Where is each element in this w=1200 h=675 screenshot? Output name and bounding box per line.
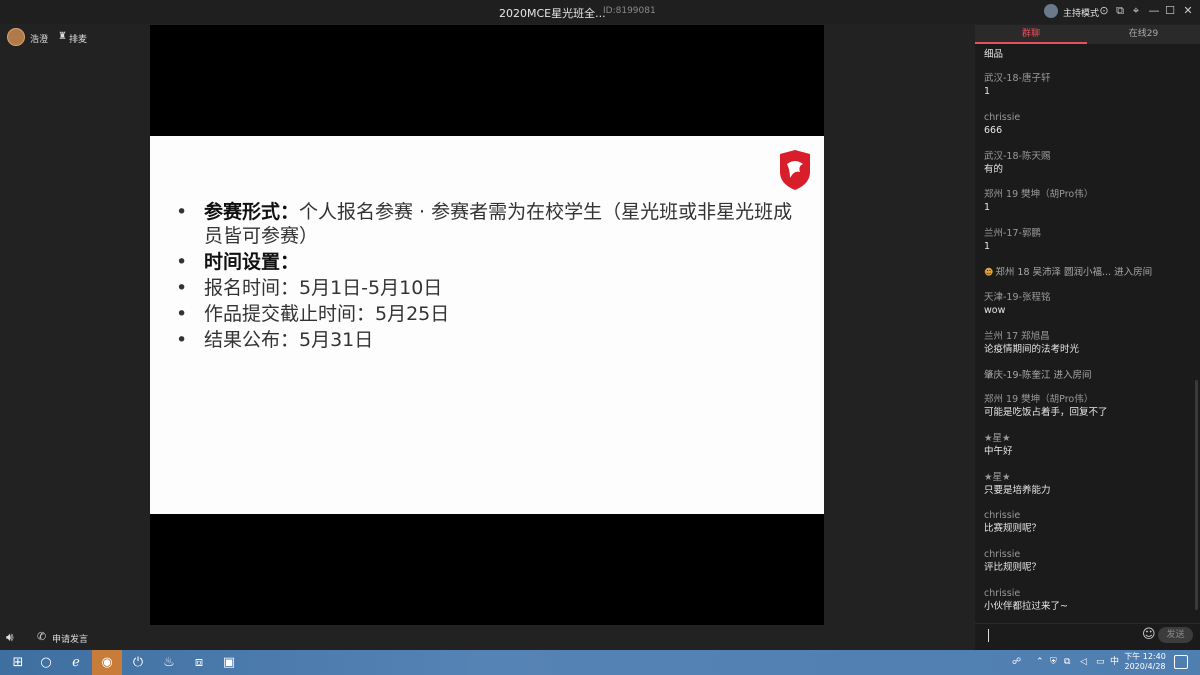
window-title: 2020MCE星光班全... [499,7,606,20]
chat-message: 武汉-18-唐子轩 1 [984,72,1184,98]
room-id: ID:8199081 [603,6,656,16]
emoji-icon[interactable]: ☺ [1142,627,1156,642]
chat-message: 武汉-18-陈天赐 有的 [984,150,1184,176]
chat-message: 兰州-17-郭鹏 1 [984,227,1184,253]
network-icon[interactable]: ⧉ [1064,650,1070,675]
send-button[interactable]: 发送 [1158,627,1193,643]
system-message: ☻ 郑州 18 吴沛泽 圆润小福... 进入房间 [984,267,1153,278]
chat-username[interactable]: 郑州 19 樊坤（胡Pro伟） [984,188,1184,201]
chat-username[interactable]: chrissie [984,548,1184,561]
chat-username[interactable]: 武汉-18-陈天赐 [984,150,1184,163]
chat-username[interactable]: 郑州 19 樊坤（胡Pro伟） [984,393,1184,406]
chat-message: chrissie 小伙伴都拉过来了~ [984,587,1184,613]
notification-center-icon[interactable] [1174,655,1188,669]
slide-bullet: • 参赛形式：个人报名参赛 · 参赛者需为在校学生（星光班或非星光班成员皆可参赛） [176,201,793,247]
maximize-icon[interactable]: ☐ [1164,4,1176,18]
mic-queue-icon[interactable]: ♜ [58,31,67,42]
app-window: 2020MCE星光班全... ID:8199081 主持模式 ⊙ ⧉ ⌖ — ☐… [0,0,1200,650]
text-cursor [988,629,989,642]
chat-tabs: 群聊 在线29 [975,25,1200,44]
chat-panel: 群聊 在线29 细品 武汉-18-唐子轩 1 chrissie 666 武汉-1… [975,25,1200,650]
clock-date: 2020/4/28 [1124,662,1166,671]
chat-message: ★星★ 中午好 [984,432,1184,458]
chat-message: 郑州 19 樊坤（胡Pro伟） 可能是吃饭占着手，回复不了 [984,393,1184,419]
chat-message: 天津-19-张程铭 wow [984,291,1184,317]
chat-username[interactable]: chrissie [984,587,1184,600]
edge-browser-icon[interactable]: ℯ [61,650,91,675]
chat-username[interactable]: 兰州 17 郑旭昌 [984,330,1184,343]
close-icon[interactable]: ✕ [1182,4,1194,18]
chat-message: chrissie 比赛规则呢？ [984,509,1184,535]
people-icon[interactable]: ☍ [1012,650,1021,675]
slide-bullet: • 结果公布：5月31日 [176,329,374,351]
chat-username[interactable]: 天津-19-张程铭 [984,291,1184,304]
host-mode-label[interactable]: 主持模式 [1063,6,1099,19]
steam-icon[interactable]: ♨ [154,650,184,675]
chat-message: chrissie 评比规则呢？ [984,548,1184,574]
windows-start-icon[interactable]: ⊞ [3,650,33,675]
chevron-up-icon[interactable]: ⌃ [1036,650,1044,675]
security-icon[interactable]: ⛨ [1050,650,1057,675]
chat-scrollbar[interactable] [1195,380,1198,610]
chat-username[interactable]: 兰州-17-郭鹏 [984,227,1184,240]
host-avatar[interactable] [1044,4,1058,18]
chat-username[interactable]: ★星★ [984,471,1184,484]
user-badge-icon: ☻ [984,268,994,278]
ime-indicator[interactable]: 中 [1110,650,1119,675]
presentation-slide: • 参赛形式：个人报名参赛 · 参赛者需为在校学生（星光班或非星光班成员皆可参赛）… [150,136,824,514]
chat-username[interactable]: chrissie [984,111,1184,124]
battery-icon[interactable]: ▭ [1096,650,1105,675]
chat-input[interactable]: ☺ 发送 [975,623,1200,647]
video-player-icon[interactable]: ▣ [214,650,244,675]
teacher-avatar[interactable] [7,28,25,46]
system-clock[interactable]: 下午 12:40 2020/4/28 [1124,652,1166,672]
power-app-icon[interactable]: ⏻ [123,650,153,675]
apply-speak-button[interactable]: 申请发言 [52,632,88,645]
pin-icon[interactable]: ⌖ [1130,4,1142,18]
title-bar: 2020MCE星光班全... ID:8199081 主持模式 ⊙ ⧉ ⌖ — ☐… [0,0,1200,24]
slide-bullet: • 作品提交截止时间：5月25日 [176,303,450,325]
chat-message: 郑州 19 樊坤（胡Pro伟） 1 [984,188,1184,214]
tab-online[interactable]: 在线29 [1087,25,1200,44]
share-icon[interactable]: ⧉ [1114,4,1126,18]
teacher-name[interactable]: 浩澄 [30,32,48,45]
mic-queue-label[interactable]: 排麦 [69,32,87,45]
clock-time: 下午 12:40 [1124,652,1166,661]
slide-bullet: • 时间设置： [176,251,300,273]
slide-bullet: • 报名时间：5月1日-5月10日 [176,277,443,299]
windows-taskbar: ⊞ ○ ℯ ◉ ⏻ ♨ ⧈ ▣ ☍ ⌃ ⛨ ⧉ ◁ ▭ 中 下午 12:40 2… [0,650,1200,675]
speaker-tray-icon[interactable]: ◁ [1080,650,1087,675]
tab-group-chat[interactable]: 群聊 [975,25,1087,44]
chat-message: chrissie 666 [984,111,1184,137]
msi-dragon-logo-icon [780,150,810,190]
settings-icon[interactable]: ⊙ [1098,4,1110,18]
slide-bullet-list: • 参赛形式：个人报名参赛 · 参赛者需为在校学生（星光班或非星光班成员皆可参赛）… [176,200,796,354]
chat-username[interactable]: chrissie [984,509,1184,522]
chat-message: 兰州 17 郑旭昌 论疫情期间的法考时光 [984,330,1184,356]
chat-message: ★星★ 只要是培养能力 [984,471,1184,497]
chat-username[interactable]: 武汉-18-唐子轩 [984,72,1184,85]
cortana-icon[interactable]: ○ [31,650,61,675]
minimize-icon[interactable]: — [1148,4,1160,18]
volume-icon[interactable]: 🔊︎ [6,630,14,645]
cctalk-app-icon[interactable]: ◉ [92,650,122,675]
chat-message: 细品 [984,49,1004,60]
system-message: 肇庆-19-陈奎江 进入房间 [984,370,1092,381]
chat-username[interactable]: ★星★ [984,432,1184,445]
phone-icon[interactable]: ✆ [37,630,46,643]
remote-app-icon[interactable]: ⧈ [184,650,214,675]
